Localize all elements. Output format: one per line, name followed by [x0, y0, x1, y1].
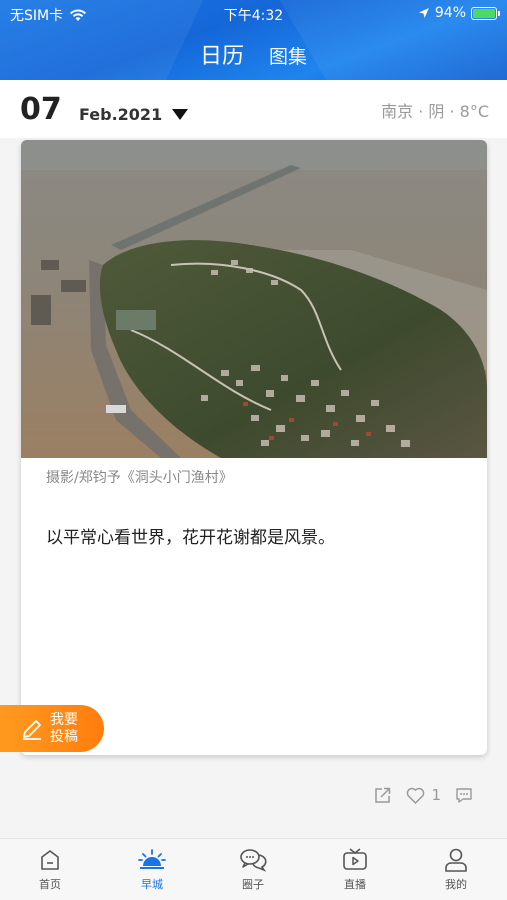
photo-credit: 摄影/郑钧予《洞头小门渔村》 [46, 470, 233, 486]
tab-calendar[interactable]: 日历 [200, 38, 244, 70]
nav-label-live: 直播 [344, 878, 366, 891]
top-header: 无SIM卡 下午4:32 94% 日历 图集 [0, 0, 507, 80]
battery-icon [471, 6, 500, 20]
date-bar: 07 Feb.2021 南京 · 阴 · 8°C [0, 80, 507, 138]
submit-label-line2: 投稿 [50, 728, 78, 745]
month-label: Feb.2021 [79, 105, 163, 124]
aerial-photo[interactable] [21, 140, 487, 458]
nav-item-morning-city[interactable]: 早城 [122, 847, 182, 892]
nav-label-morning-city: 早城 [141, 878, 163, 891]
daily-card: 摄影/郑钧予《洞头小门渔村》 以平常心看世界，花开花谢都是风景。 [21, 140, 487, 755]
tv-play-icon [343, 848, 367, 870]
nav-label-me: 我的 [445, 878, 467, 891]
header-tabs: 日历 图集 [0, 38, 507, 70]
nav-item-home[interactable]: 首页 [20, 847, 80, 892]
nav-label-home: 首页 [39, 878, 61, 891]
user-icon [445, 848, 467, 872]
day-number: 07 [20, 92, 62, 127]
like-count: 1 [431, 786, 441, 804]
sunrise-icon [138, 849, 166, 869]
pen-icon [23, 719, 41, 740]
caret-down-icon [172, 109, 189, 120]
chat-bubbles-icon [240, 849, 267, 872]
nav-item-live[interactable]: 直播 [325, 847, 385, 892]
bottom-tab-bar: 首页 早城 圈子 直播 我的 [0, 838, 507, 900]
home-icon [41, 850, 59, 870]
nav-item-me[interactable]: 我的 [426, 847, 486, 892]
location-arrow-icon [418, 8, 429, 18]
comment-icon[interactable] [455, 787, 473, 804]
heart-icon[interactable] [406, 787, 425, 804]
card-actions: 1 [374, 786, 473, 804]
daily-quote: 以平常心看世界，花开花谢都是风景。 [46, 528, 335, 548]
share-icon[interactable] [374, 786, 392, 804]
submit-label-line1: 我要 [50, 711, 78, 728]
status-bar: 无SIM卡 下午4:32 94% [0, 0, 507, 28]
tab-gallery[interactable]: 图集 [269, 42, 307, 69]
weather-info: 南京 · 阴 · 8°C [381, 102, 489, 121]
battery-percent: 94% [434, 5, 466, 21]
month-selector[interactable]: Feb.2021 [79, 105, 189, 124]
nav-label-circle: 圈子 [242, 878, 264, 891]
nav-item-circle[interactable]: 圈子 [223, 847, 283, 892]
submit-post-button[interactable]: 我要 投稿 [0, 705, 104, 752]
